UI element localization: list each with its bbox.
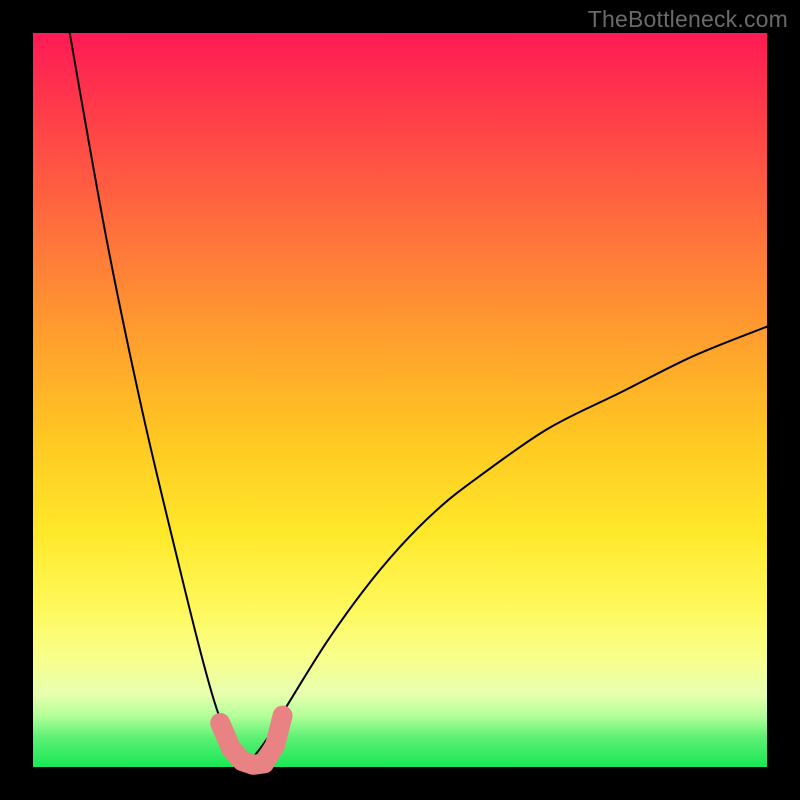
curve-layer	[33, 33, 767, 767]
watermark-text: TheBottleneck.com	[588, 6, 788, 33]
chart-frame: TheBottleneck.com	[0, 0, 800, 800]
bottleneck-right-branch	[246, 327, 767, 767]
optimal-band-markers	[220, 716, 282, 765]
plot-area	[33, 33, 767, 767]
bottleneck-left-branch	[70, 33, 246, 767]
